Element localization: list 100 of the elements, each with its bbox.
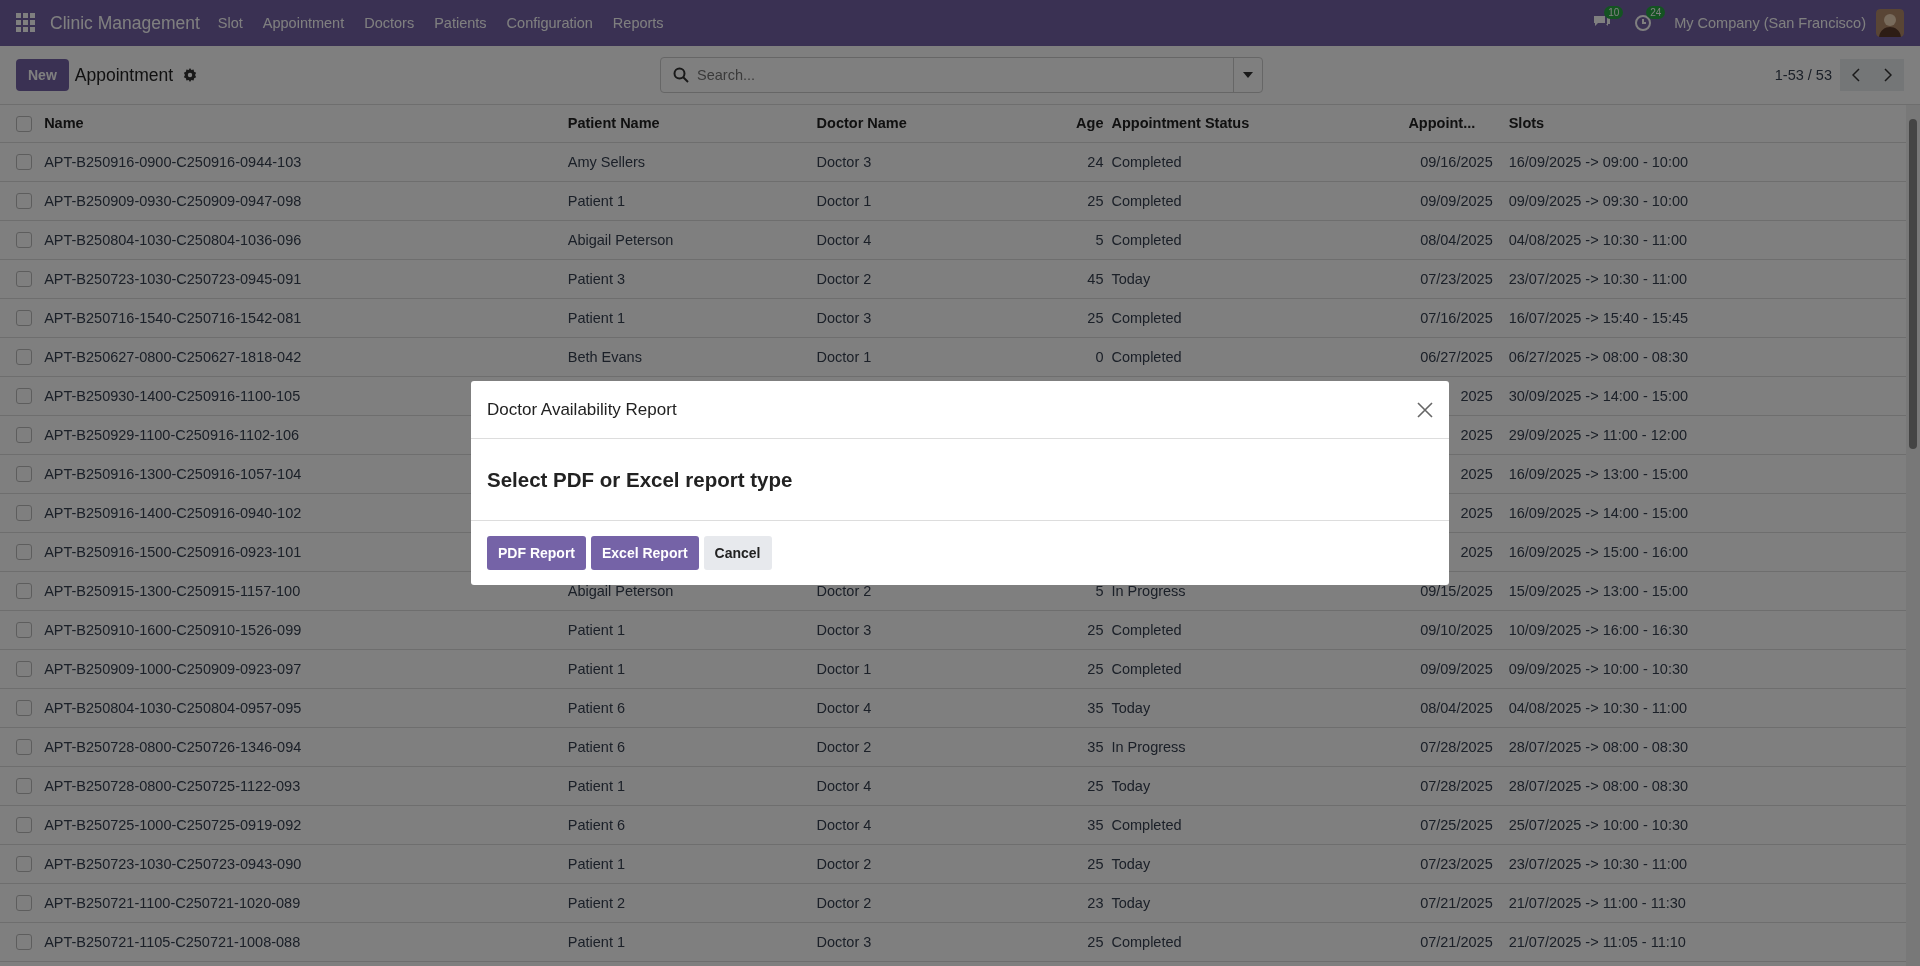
- search-field[interactable]: Search...: [660, 57, 1263, 93]
- table-cell: Today: [1107, 766, 1405, 805]
- table-cell: Completed: [1107, 805, 1405, 844]
- table-cell: APT-B250627-0800-C250627-1818-042: [40, 337, 564, 376]
- table-cell: Today: [1107, 259, 1405, 298]
- column-header[interactable]: Appoint...: [1404, 105, 1505, 142]
- column-header[interactable]: Appointment Status: [1107, 105, 1405, 142]
- table-cell: Beth Evans: [563, 337, 813, 376]
- table-cell: APT-B250723-1030-C250723-0943-090: [40, 844, 564, 883]
- table-cell: 28/07/2025 -> 08:00 - 08:30: [1504, 766, 1906, 805]
- table-cell: 09/16/2025: [1420, 153, 1493, 170]
- table-cell: 16/09/2025 -> 13:00 - 15:00: [1504, 454, 1906, 493]
- menu-item[interactable]: Reports: [602, 0, 674, 46]
- checkbox[interactable]: [16, 583, 32, 600]
- table-cell: APT-B250728-0800-C250726-1346-094: [40, 727, 564, 766]
- checkbox[interactable]: [16, 466, 32, 483]
- scrollbar[interactable]: [1906, 105, 1920, 966]
- table-cell: Doctor 1: [812, 649, 1072, 688]
- menu-item[interactable]: Slot: [207, 0, 253, 46]
- table-cell: APT-B250804-1030-C250804-0957-095: [40, 688, 564, 727]
- checkbox[interactable]: [16, 817, 32, 834]
- column-header[interactable]: Patient Name: [563, 105, 813, 142]
- table-cell: 10/09/2025 -> 16:00 - 16:30: [1504, 610, 1906, 649]
- settings-icon[interactable]: [183, 68, 198, 82]
- table-cell: 30/09/2025 -> 14:00 - 15:00: [1504, 376, 1906, 415]
- checkbox[interactable]: [16, 388, 32, 405]
- table-cell: APT-B250725-1000-C250725-0919-092: [40, 805, 564, 844]
- checkbox[interactable]: [16, 271, 32, 288]
- checkbox[interactable]: [16, 934, 32, 951]
- column-header[interactable]: Doctor Name: [812, 105, 1072, 142]
- new-button[interactable]: New: [16, 59, 69, 91]
- table-cell: 23: [1071, 883, 1108, 922]
- checkbox[interactable]: [16, 154, 32, 171]
- menu-item[interactable]: Appointment: [252, 0, 355, 46]
- checkbox[interactable]: [16, 193, 32, 210]
- checkbox[interactable]: [16, 232, 32, 249]
- table-cell: Patient 1: [563, 181, 813, 220]
- checkbox[interactable]: [16, 700, 32, 717]
- checkbox[interactable]: [16, 349, 32, 366]
- checkbox[interactable]: [16, 895, 32, 912]
- table-cell: 23/07/2025 -> 10:30 - 11:00: [1504, 259, 1906, 298]
- column-header[interactable]: Slots: [1504, 105, 1906, 142]
- checkbox[interactable]: [16, 661, 32, 678]
- table-cell: 2025: [1460, 387, 1493, 404]
- checkbox[interactable]: [16, 739, 32, 756]
- table-cell: 29/09/2025 -> 11:00 - 12:00: [1504, 415, 1906, 454]
- checkbox[interactable]: [16, 505, 32, 522]
- apps-menu-icon[interactable]: [16, 13, 36, 33]
- table-cell: 16/09/2025 -> 15:00 - 16:00: [1504, 532, 1906, 571]
- checkbox[interactable]: [16, 622, 32, 639]
- table-cell: Doctor 4: [812, 805, 1072, 844]
- menu-item[interactable]: Configuration: [496, 0, 603, 46]
- next-page-button[interactable]: [1872, 59, 1904, 91]
- checkbox[interactable]: [16, 856, 32, 873]
- table-cell: 04/08/2025 -> 10:30 - 11:00: [1504, 220, 1906, 259]
- table-cell: Today: [1107, 844, 1405, 883]
- company-switcher[interactable]: My Company (San Francisco): [1674, 15, 1866, 31]
- table-cell: In Progress: [1107, 727, 1405, 766]
- table-cell: Today: [1107, 883, 1405, 922]
- checkbox[interactable]: [16, 544, 32, 561]
- close-icon[interactable]: [1417, 401, 1433, 418]
- table-cell: Completed: [1107, 649, 1405, 688]
- app-name[interactable]: Clinic Management: [50, 12, 200, 34]
- table-cell: Completed: [1107, 220, 1405, 259]
- table-cell: 09/09/2025 -> 09:30 - 10:00: [1504, 181, 1906, 220]
- chevron-right-icon: [1884, 68, 1892, 82]
- table-cell: Doctor 2: [812, 259, 1072, 298]
- checkbox[interactable]: [16, 427, 32, 444]
- table-cell: 2025: [1460, 465, 1493, 482]
- column-header[interactable]: Name: [40, 105, 564, 142]
- table-cell: 25: [1071, 922, 1108, 961]
- table-cell: 07/23/2025: [1420, 270, 1493, 287]
- table-cell: 25/07/2025 -> 10:00 - 10:30: [1504, 805, 1906, 844]
- dialog-button[interactable]: PDF Report: [487, 536, 586, 570]
- table-cell: 23/07/2025 -> 10:30 - 11:00: [1504, 844, 1906, 883]
- previous-page-button[interactable]: [1840, 59, 1872, 91]
- table-cell: Completed: [1107, 298, 1405, 337]
- dialog-button[interactable]: Cancel: [703, 536, 772, 570]
- menu-item[interactable]: Patients: [424, 0, 497, 46]
- user-avatar[interactable]: [1876, 9, 1904, 37]
- table-cell: 09/15/2025: [1420, 582, 1493, 599]
- checkbox[interactable]: [16, 778, 32, 795]
- table-cell: 07/21/2025: [1420, 894, 1493, 911]
- table-cell: Doctor 2: [812, 883, 1072, 922]
- clock-icon[interactable]: [1634, 14, 1653, 32]
- table-cell: 35: [1071, 805, 1108, 844]
- table-cell: Doctor 4: [812, 220, 1072, 259]
- column-header[interactable]: Age: [1071, 105, 1108, 142]
- search-input[interactable]: Search...: [689, 67, 1233, 83]
- table-cell: Patient 6: [563, 688, 813, 727]
- table-cell: 2025: [1460, 543, 1493, 560]
- caret-icon[interactable]: [1243, 72, 1253, 78]
- table-cell: 07/23/2025: [1420, 855, 1493, 872]
- table-cell: Patient 1: [563, 922, 813, 961]
- checkbox[interactable]: [16, 310, 32, 327]
- menu-item[interactable]: Doctors: [354, 0, 425, 46]
- dialog-button[interactable]: Excel Report: [591, 536, 699, 570]
- checkbox[interactable]: [16, 115, 32, 132]
- pager-value[interactable]: 1-53 / 53: [1774, 67, 1832, 83]
- table-cell: Completed: [1107, 142, 1405, 181]
